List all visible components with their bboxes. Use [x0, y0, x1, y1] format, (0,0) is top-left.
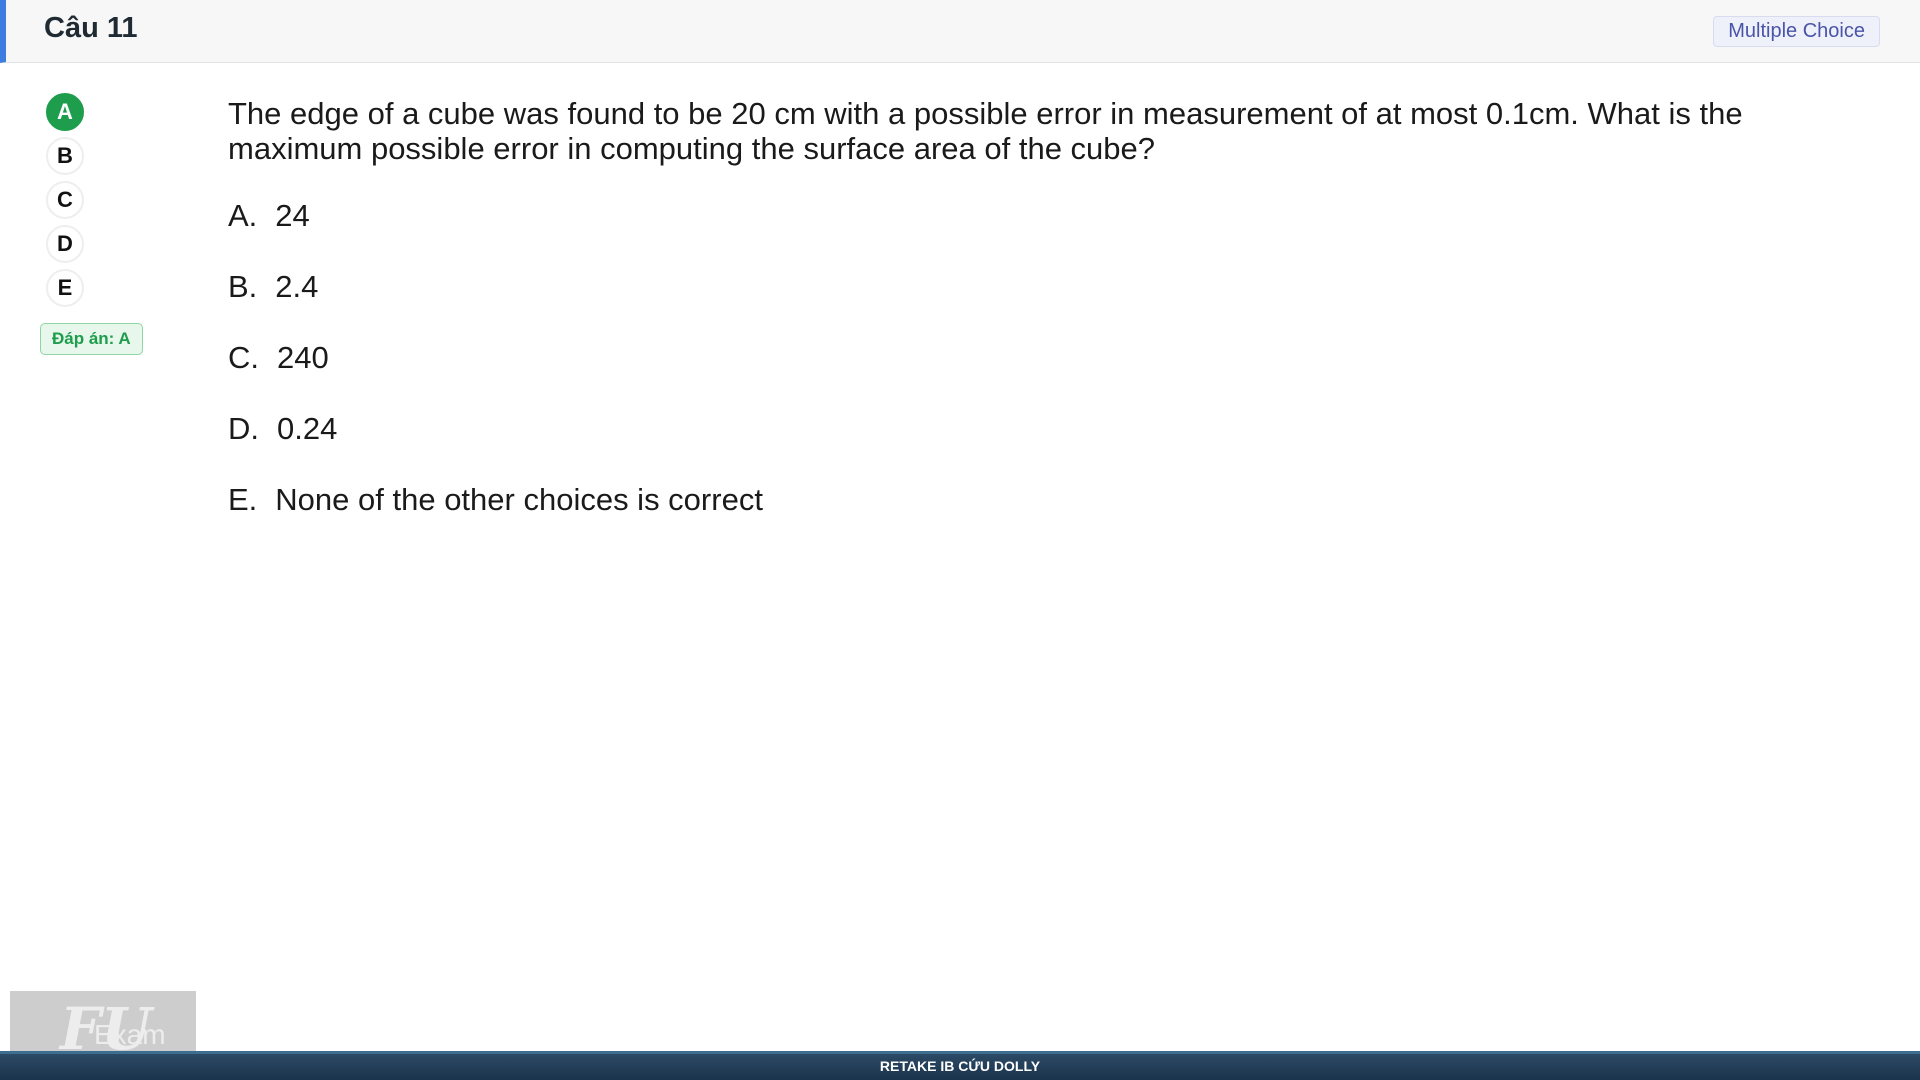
option-a: A. 24 — [228, 198, 763, 269]
choice-bubble-b[interactable]: B — [46, 137, 84, 175]
question-number-title: Câu 11 — [44, 12, 138, 44]
footer-bar: RETAKE IB CỨU DOLLY — [0, 1051, 1920, 1080]
option-text: None of the other choices is correct — [275, 482, 763, 517]
footer-text: RETAKE IB CỨU DOLLY — [879, 1058, 1041, 1074]
option-letter: B. — [228, 269, 258, 304]
option-letter: C. — [228, 340, 259, 375]
answer-choice-column: A B C D E — [46, 93, 86, 313]
choice-bubble-a[interactable]: A — [46, 93, 84, 131]
choice-bubble-d[interactable]: D — [46, 225, 84, 263]
option-list: A. 24 B. 2.4 C. 240 D. 0.24 E. None of t… — [228, 198, 763, 553]
option-e: E. None of the other choices is correct — [228, 482, 763, 553]
option-c: C. 240 — [228, 340, 763, 411]
choice-bubble-e[interactable]: E — [46, 269, 84, 307]
correct-answer-tag: Đáp án: A — [40, 323, 143, 355]
option-d: D. 0.24 — [228, 411, 763, 482]
option-text: 240 — [277, 340, 329, 375]
option-letter: E. — [228, 482, 258, 517]
option-text: 0.24 — [277, 411, 338, 446]
choice-bubble-c[interactable]: C — [46, 181, 84, 219]
option-letter: D. — [228, 411, 259, 446]
option-letter: A. — [228, 198, 258, 233]
question-text: The edge of a cube was found to be 20 cm… — [228, 96, 1743, 166]
question-type-badge: Multiple Choice — [1713, 16, 1880, 47]
option-b: B. 2.4 — [228, 269, 763, 340]
option-text: 2.4 — [275, 269, 319, 304]
question-header: Câu 11 Multiple Choice — [0, 0, 1920, 63]
logo-word: Exam — [94, 1019, 166, 1050]
option-text: 24 — [275, 198, 310, 233]
page: Câu 11 Multiple Choice A B C D E Đáp án:… — [0, 0, 1920, 1080]
